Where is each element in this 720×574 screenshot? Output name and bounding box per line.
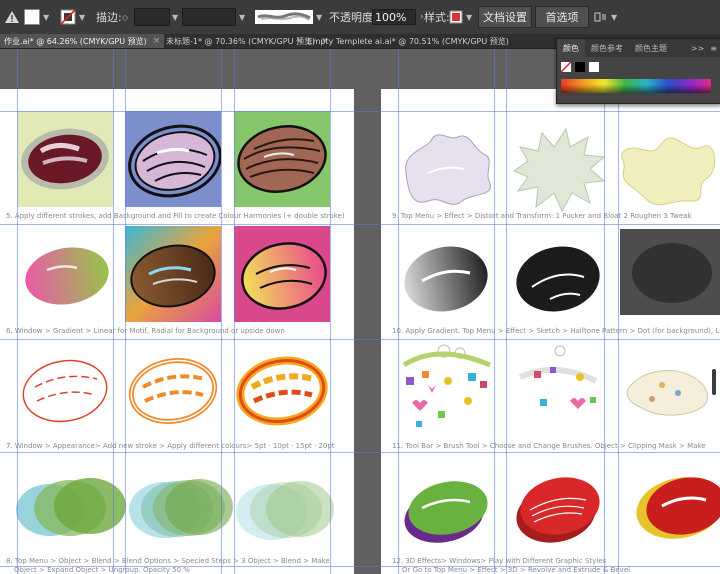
caption-step-10: 10. Apply Gradient. Top Menu > Effect > … (392, 327, 720, 335)
scrollbar[interactable] (712, 369, 716, 395)
stroke-swatch[interactable]: ▼ (60, 0, 85, 34)
stroke-label: 描边: (96, 11, 122, 24)
artboard-canvas[interactable]: 5. Apply different strokes, add Backgrou… (0, 49, 720, 574)
artwork-blend-3 (232, 454, 342, 550)
tab-label: 颜色 (563, 43, 579, 53)
caption-step-9: 9. Top Menu > Effect > Distort and Trans… (392, 212, 692, 220)
artwork-appearance-3 (234, 341, 330, 437)
opacity-input[interactable]: 100% › (372, 0, 424, 34)
panel-tabs: 颜色 颜色参考 颜色主题 >> ≡ (557, 39, 720, 57)
white-swatch[interactable] (589, 62, 599, 72)
arrange-documents-icon[interactable]: ▼ (594, 0, 617, 34)
swatch-row (561, 62, 599, 72)
document-settings-button[interactable]: 文档设置 (478, 6, 532, 28)
warning-icon[interactable] (4, 0, 20, 34)
control-bar: ▼ ▼ 描边: ◇ ▼ ▼ ▼ 不透明度: 100% › 样式: ▼ 文档设置 … (0, 0, 720, 35)
artwork-gradient-1 (17, 226, 113, 322)
opacity-value[interactable]: 100% (372, 9, 416, 25)
fill-swatch[interactable]: ▼ (24, 0, 49, 34)
tab-color[interactable]: 颜色 (557, 39, 585, 57)
collapse-panel-icon[interactable]: >> (691, 44, 704, 53)
stroke-weight-input[interactable]: ▼ (134, 0, 178, 34)
caption-step-6: 6. Window > Gradient > Linear for Motif,… (6, 327, 285, 335)
caption-step-7: 7. Window > Appearance> Add new stroke >… (6, 442, 335, 450)
style-label: 样式: (424, 11, 450, 24)
tab-document-1[interactable]: 作业.ai* @ 64.26% (CMYK/GPU 预览) × (0, 34, 164, 48)
color-panel: 颜色 颜色参考 颜色主题 >> ≡ (556, 38, 720, 104)
artwork-stroke-2 (125, 111, 222, 207)
artwork-3d-3 (630, 454, 720, 550)
tab-document-2[interactable]: 未标题-1* @ 70.36% (CMYK/GPU 预览) × (166, 34, 329, 48)
caption-step-8b: Object > Expand Object > Ungroup. Opacit… (14, 566, 190, 574)
variable-width-dropdown[interactable]: ▼ (182, 0, 245, 34)
tab-label: 未标题-1* @ 70.36% (CMYK/GPU 预览) (166, 36, 316, 46)
artwork-stroke-1 (17, 111, 113, 207)
chevron-down-icon[interactable]: ▼ (43, 13, 49, 22)
opacity-label: 不透明度: (329, 11, 377, 24)
artwork-gradient-3 (234, 226, 330, 322)
panel-menu-icon[interactable]: ≡ (710, 44, 717, 53)
artwork-3d-2 (510, 454, 606, 550)
artwork-distort-1 (398, 121, 494, 217)
caption-step-5: 5. Apply different strokes, add Backgrou… (6, 212, 345, 220)
artwork-brush-3 (622, 341, 718, 437)
close-icon[interactable]: × (296, 36, 304, 46)
artwork-distort-2 (510, 121, 606, 217)
artwork-appearance-1 (17, 341, 113, 437)
tab-label: 颜色参考 (591, 43, 623, 53)
caption-step-8a: 8. Top Menu > Object > Blend > Blend Opt… (6, 557, 330, 565)
artwork-gradient-2 (125, 226, 221, 322)
stroke-weight-stepper[interactable]: ◇ (122, 0, 128, 34)
artwork-blend-2 (125, 454, 235, 550)
color-spectrum-bar[interactable] (561, 79, 711, 93)
tab-label: 颜色主题 (635, 43, 667, 53)
none-swatch-icon[interactable] (561, 62, 571, 72)
caption-step-12a: 12. 3D Effects> Windows> Play with Diffe… (392, 557, 607, 565)
artwork-halftone-2 (510, 229, 606, 325)
artwork-halftone-3 (620, 229, 720, 315)
tab-label: Empty Templete ai.ai* @ 70.51% (CMYK/GPU… (307, 36, 509, 46)
caption-step-12b: Or Go to Top Menu > Effect > 3D > Revolv… (402, 566, 631, 574)
artwork-3d-1 (398, 454, 494, 550)
close-icon[interactable]: × (153, 36, 161, 46)
caption-step-11: 11. Tool Bar > Brush Tool > Choose and C… (392, 442, 706, 450)
tab-color-guide[interactable]: 颜色参考 (585, 39, 629, 57)
artwork-distort-3 (618, 121, 720, 217)
preferences-button[interactable]: 首选项 (535, 6, 589, 28)
artwork-appearance-2 (125, 341, 221, 437)
tab-label: 作业.ai* @ 64.26% (CMYK/GPU 预览) (4, 36, 147, 46)
artwork-halftone-1 (398, 229, 494, 325)
black-swatch[interactable] (575, 62, 585, 72)
artwork-brush-1 (398, 341, 494, 437)
brush-definition-dropdown[interactable]: ▼ (255, 0, 322, 34)
tab-document-3[interactable]: × Empty Templete ai.ai* @ 70.51% (CMYK/G… (296, 34, 509, 48)
artwork-brush-2 (510, 341, 606, 437)
artwork-stroke-3 (234, 111, 330, 207)
tab-color-themes[interactable]: 颜色主题 (629, 39, 673, 57)
graphic-style-dropdown[interactable]: ▼ (449, 0, 472, 34)
chevron-down-icon[interactable]: ▼ (79, 13, 85, 22)
artwork-blend-1 (10, 454, 130, 550)
